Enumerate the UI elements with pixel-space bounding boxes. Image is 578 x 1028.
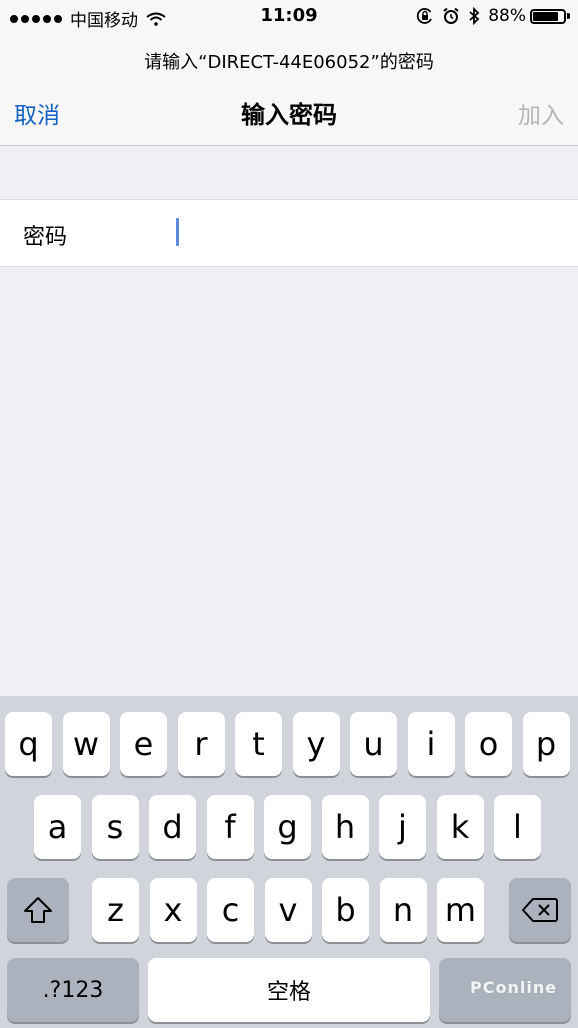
watermark: PConline [470,978,558,997]
key-l[interactable]: l [494,795,541,859]
join-button[interactable]: 加入 [518,96,564,130]
password-field[interactable] [175,210,555,256]
key-n[interactable]: n [379,878,427,942]
password-row[interactable]: 密码 [0,199,578,267]
key-v[interactable]: v [264,878,312,942]
key-h[interactable]: h [321,795,369,859]
battery-percent: 88% [488,6,526,26]
key-e[interactable]: e [120,712,167,776]
key-t[interactable]: t [235,712,282,776]
key-y[interactable]: y [292,712,340,776]
key-f[interactable]: f [206,795,254,859]
key-d[interactable]: d [149,795,196,859]
key-r[interactable]: r [177,712,225,776]
bluetooth-icon [469,7,480,25]
key-o[interactable]: o [465,712,512,776]
battery-fill [533,11,558,21]
orientation-lock-icon [417,8,433,24]
text-cursor [176,218,179,246]
password-prompt: 请输入“DIRECT-44E06052”的密码 [144,52,434,73]
password-label: 密码 [23,225,68,250]
status-bar: 中国移动 11:09 88% [0,0,578,34]
key-k[interactable]: k [436,795,484,859]
key-j[interactable]: j [379,795,426,859]
key-w[interactable]: w [62,712,110,776]
shift-icon [24,897,52,923]
key-u[interactable]: u [350,712,397,776]
key-q[interactable]: q [5,712,52,776]
delete-icon [522,898,558,922]
numbers-key[interactable]: .?123 [7,958,139,1022]
key-x[interactable]: x [149,878,197,942]
key-a[interactable]: a [34,795,81,859]
battery-cap [567,13,570,19]
key-c[interactable]: c [207,878,254,942]
space-key[interactable]: 空格 [148,958,430,1022]
nav-bar: 请输入“DIRECT-44E06052”的密码 取消 输入密码 加入 [0,34,578,146]
shift-key[interactable] [7,878,69,942]
page-title: 输入密码 [241,101,337,129]
battery-icon [530,8,566,24]
key-i[interactable]: i [407,712,455,776]
key-p[interactable]: p [522,712,570,776]
delete-key[interactable] [509,878,571,942]
key-b[interactable]: b [322,878,369,942]
key-m[interactable]: m [437,878,484,942]
status-right: 88% [416,6,570,26]
key-g[interactable]: g [264,795,311,859]
key-s[interactable]: s [91,795,139,859]
alarm-icon [443,7,459,24]
key-z[interactable]: z [92,878,139,942]
